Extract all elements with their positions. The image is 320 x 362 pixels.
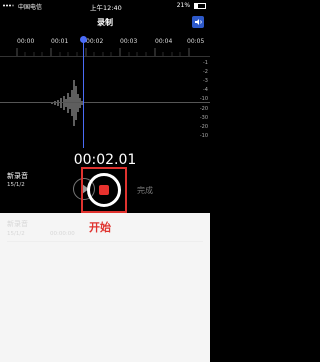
list-item-date: 15/1/2: [7, 231, 25, 237]
page-title: 录制: [97, 18, 113, 27]
timeline-label: 00:05: [187, 38, 205, 45]
recording-date: 15/1/2: [7, 182, 25, 188]
header: 录制: [0, 12, 210, 34]
waveform-area: [0, 56, 210, 146]
clock: 上午12:40: [90, 4, 122, 12]
record-stop-button[interactable]: [87, 173, 121, 207]
list-overlay: [0, 213, 210, 362]
waveform-baseline: [0, 102, 210, 103]
db-label: -2: [203, 69, 208, 75]
playhead-line[interactable]: [83, 40, 84, 148]
timeline-ruler: 00:00 00:01 00:02 00:03 00:04 00:05: [0, 34, 210, 57]
list-divider: [7, 241, 203, 242]
playhead-handle[interactable]: [80, 36, 87, 43]
battery-area: 21%: [177, 2, 206, 9]
db-label: -10: [199, 96, 208, 102]
start-annotation: 开始: [89, 221, 111, 234]
waveform: [51, 80, 83, 126]
timeline-ticks: [16, 48, 190, 56]
db-label: -10: [199, 133, 208, 139]
db-label: -1: [203, 60, 208, 66]
speaker-icon[interactable]: [192, 16, 204, 28]
db-label: -4: [203, 87, 208, 93]
elapsed-time: 00:02.01: [73, 152, 137, 168]
list-item-duration: 00:00:00: [50, 231, 75, 237]
signal-icon: [3, 3, 15, 10]
timeline-label: 00:01: [51, 38, 69, 45]
timeline-label: 00:02: [86, 38, 104, 45]
timeline-label: 00:00: [17, 38, 35, 45]
db-label: -3: [203, 78, 208, 84]
db-label: -30: [199, 115, 208, 121]
battery-icon: [194, 2, 206, 9]
carrier-label: 中国电信: [18, 4, 43, 11]
timeline-label: 00:03: [120, 38, 138, 45]
battery-percent: 21%: [176, 2, 191, 9]
stop-icon: [99, 185, 109, 195]
db-label: -20: [199, 106, 208, 112]
db-label: -20: [199, 124, 208, 130]
timeline-label: 00:04: [155, 38, 173, 45]
recording-name: 新录音: [7, 172, 28, 180]
list-item-name[interactable]: 新录音: [7, 219, 28, 229]
done-button[interactable]: 完成: [137, 185, 153, 196]
status-bar: 中国电信 上午12:40 21%: [0, 0, 210, 12]
